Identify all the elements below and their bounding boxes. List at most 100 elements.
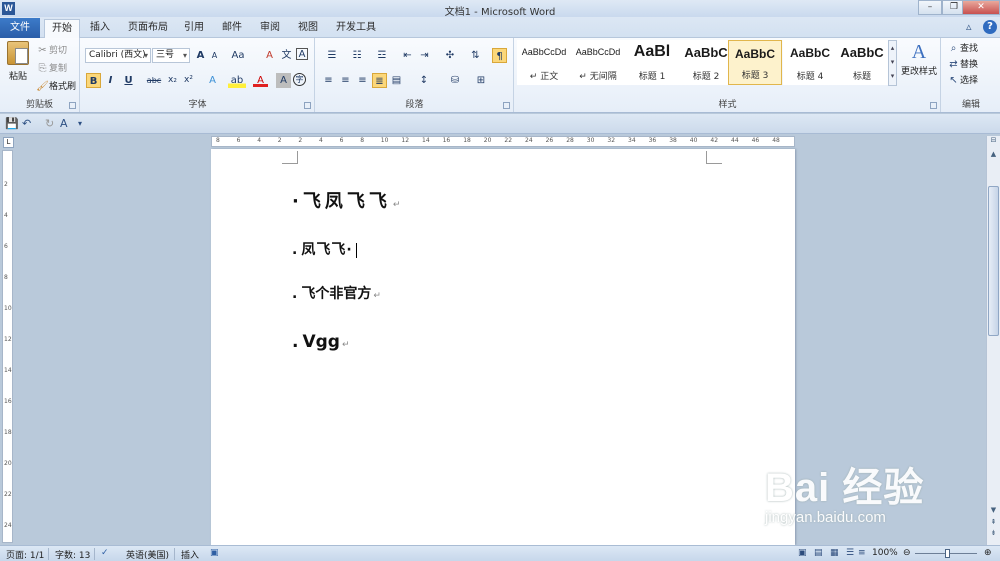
tab-developer[interactable]: 开发工具: [332, 19, 380, 38]
font-launcher-icon[interactable]: [304, 102, 311, 109]
tab-selector-icon[interactable]: L: [3, 137, 14, 148]
style-heading-4[interactable]: AaBbC 标题 4: [783, 40, 837, 85]
outline-view-icon[interactable]: ☰: [846, 548, 854, 558]
justify-button[interactable]: ≣: [372, 73, 387, 88]
paragraph-launcher-icon[interactable]: [503, 102, 510, 109]
tab-review[interactable]: 审阅: [254, 19, 286, 38]
grow-font-button[interactable]: A: [193, 48, 208, 63]
strikethrough-button[interactable]: abc: [145, 73, 163, 88]
align-center-button[interactable]: ≡: [338, 73, 353, 88]
vertical-scrollbar[interactable]: ⊟ ▲ ▼ ⇞ ⇟: [986, 136, 1000, 545]
multilevel-list-button[interactable]: ☲: [371, 48, 393, 63]
draft-view-icon[interactable]: ≡: [858, 548, 866, 558]
styles-launcher-icon[interactable]: [930, 102, 937, 109]
font-color-button[interactable]: A: [253, 73, 268, 87]
decrease-indent-button[interactable]: ⇤: [400, 48, 415, 63]
paste-button[interactable]: 粘贴: [5, 41, 31, 87]
superscript-button[interactable]: x²: [181, 73, 196, 88]
phonetic-guide-button[interactable]: 文: [279, 48, 294, 63]
distributed-button[interactable]: ▤: [389, 73, 404, 88]
style-heading-1[interactable]: AaBl 标题 1: [625, 40, 679, 85]
sort-button[interactable]: ⇅: [468, 48, 483, 63]
select-button[interactable]: ↖ 选择: [947, 73, 978, 87]
redo-icon[interactable]: ↻: [45, 117, 54, 130]
character-border-button[interactable]: A: [296, 48, 308, 60]
style-no-spacing[interactable]: AaBbCcDd ↵ 无间隔: [571, 40, 625, 85]
previous-page-icon[interactable]: ⇞: [987, 518, 1000, 529]
text-effect-icon[interactable]: A: [60, 117, 68, 130]
align-left-button[interactable]: ≡: [321, 73, 336, 88]
scrollbar-thumb[interactable]: [988, 186, 999, 336]
find-button[interactable]: ⌕ 查找: [947, 41, 978, 55]
document-page[interactable]: · 飞凤飞飞 ↵ . 凤飞飞· . 飞个非官方 ↵ . Vgg ↵: [211, 149, 795, 545]
change-styles-button[interactable]: A 更改样式: [900, 41, 938, 77]
document-line[interactable]: · 飞凤飞飞 ↵: [292, 187, 400, 213]
zoom-in-icon[interactable]: ⊕: [984, 548, 992, 558]
print-layout-icon[interactable]: ▣: [798, 548, 807, 558]
minimize-ribbon-icon[interactable]: ▵: [966, 20, 972, 33]
style-normal[interactable]: AaBbCcDd ↵ 正文: [517, 40, 571, 85]
zoom-out-icon[interactable]: ⊖: [903, 548, 911, 558]
customize-qat-icon[interactable]: ▾: [78, 119, 82, 128]
shading-button[interactable]: ⛁: [444, 73, 466, 88]
horizontal-ruler[interactable]: 8 6 4 2 2 4 6 8 10 12 14 16 18 20 22 24 26 28 30 32 34 36 38 40…: [211, 136, 795, 147]
tab-page-layout[interactable]: 页面布局: [124, 19, 172, 38]
bullets-button[interactable]: ☰: [321, 48, 343, 63]
borders-button[interactable]: ⊞: [470, 73, 492, 88]
zoom-slider-knob[interactable]: [945, 549, 950, 558]
cut-button[interactable]: ✂ 剪切: [36, 43, 67, 57]
save-icon[interactable]: 💾: [5, 117, 19, 130]
vertical-ruler[interactable]: 2 4 6 8 10 12 14 16 18 20 22 24: [2, 150, 13, 543]
show-marks-button[interactable]: ¶: [492, 48, 507, 63]
copy-button[interactable]: ⎘ 复制: [36, 61, 68, 75]
highlight-button[interactable]: ab: [228, 73, 246, 88]
clear-format-button[interactable]: A: [262, 48, 277, 63]
enclose-characters-button[interactable]: 字: [293, 73, 306, 86]
character-shading-button[interactable]: A: [276, 73, 291, 88]
help-icon[interactable]: ?: [983, 20, 997, 34]
line-spacing-button[interactable]: ↕: [413, 73, 435, 88]
close-button[interactable]: ✕: [962, 0, 1000, 15]
style-title[interactable]: AaBbC 标题: [835, 40, 889, 85]
shrink-font-button[interactable]: A: [207, 48, 222, 63]
style-heading-2[interactable]: AaBbC 标题 2: [679, 40, 733, 85]
style-heading-3[interactable]: AaBbC 标题 3: [728, 40, 782, 85]
change-case-button[interactable]: Aa: [228, 48, 248, 63]
tab-mailings[interactable]: 邮件: [216, 19, 248, 38]
format-painter-button[interactable]: 🖌格式刷: [36, 79, 76, 93]
undo-icon[interactable]: ↶: [22, 117, 31, 130]
document-line[interactable]: . 凤飞飞·: [292, 239, 357, 259]
clipboard-launcher-icon[interactable]: [69, 102, 76, 109]
ruler-toggle-icon[interactable]: ⊟: [987, 136, 1000, 147]
zoom-level[interactable]: 100%: [872, 548, 898, 558]
increase-indent-button[interactable]: ⇥: [417, 48, 432, 63]
scroll-up-arrow-icon[interactable]: ▲: [987, 150, 1000, 161]
word-count[interactable]: 字数: 13: [55, 548, 90, 561]
bold-button[interactable]: B: [86, 73, 101, 88]
subscript-button[interactable]: x₂: [165, 73, 180, 88]
replace-button[interactable]: ⇄ 替换: [947, 57, 978, 71]
minimize-button[interactable]: –: [918, 0, 942, 15]
text-effects-button[interactable]: A: [205, 73, 220, 88]
chinese-layout-button[interactable]: ✣: [439, 48, 461, 63]
underline-button[interactable]: U: [121, 73, 136, 88]
styles-scroll-control[interactable]: ▴ ▾ ▾: [888, 40, 897, 86]
italic-button[interactable]: I: [103, 73, 118, 88]
scroll-down-arrow-icon[interactable]: ▼: [987, 506, 1000, 517]
next-page-icon[interactable]: ⇟: [987, 529, 1000, 540]
tab-view[interactable]: 视图: [292, 19, 324, 38]
tab-home[interactable]: 开始: [44, 19, 80, 38]
numbering-button[interactable]: ☷: [346, 48, 368, 63]
font-size-select[interactable]: 三号: [152, 48, 190, 63]
insert-mode[interactable]: 插入: [181, 548, 199, 561]
document-line[interactable]: . Vgg ↵: [292, 332, 350, 352]
web-layout-icon[interactable]: ▦: [830, 548, 839, 558]
font-name-select[interactable]: Calibri (西文): [85, 48, 151, 63]
page-count[interactable]: 页面: 1/1: [6, 548, 44, 561]
document-line[interactable]: . 飞个非官方 ↵: [292, 283, 381, 303]
tab-file[interactable]: 文件: [0, 18, 40, 38]
full-screen-reading-icon[interactable]: ▤: [814, 548, 823, 558]
macro-record-icon[interactable]: ▣: [210, 548, 219, 558]
align-right-button[interactable]: ≡: [355, 73, 370, 88]
tab-references[interactable]: 引用: [178, 19, 210, 38]
